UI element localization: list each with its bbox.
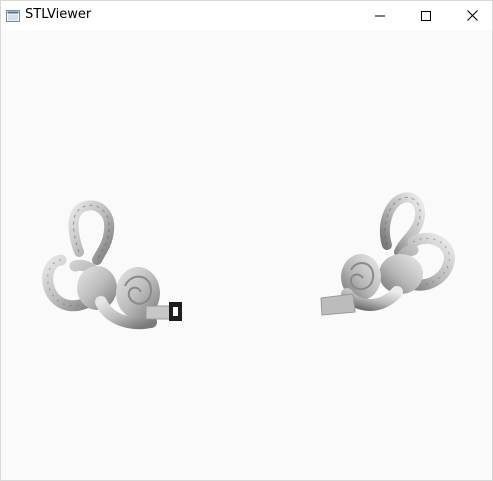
3d-viewport[interactable]: [1, 30, 492, 480]
minimize-button[interactable]: [357, 1, 403, 30]
left-inner-ear-model[interactable]: [42, 200, 182, 330]
title-bar[interactable]: STLViewer: [1, 1, 492, 30]
minimize-icon: [375, 11, 385, 21]
maximize-icon: [421, 10, 431, 21]
window-title: STLViewer: [25, 7, 92, 22]
maximize-button[interactable]: [403, 1, 449, 30]
close-icon: [466, 10, 478, 21]
right-inner-ear-model[interactable]: [320, 192, 455, 316]
stl-viewer-window: STLViewer: [0, 0, 493, 481]
close-button[interactable]: [449, 1, 493, 30]
window-app-icon: [6, 8, 20, 22]
